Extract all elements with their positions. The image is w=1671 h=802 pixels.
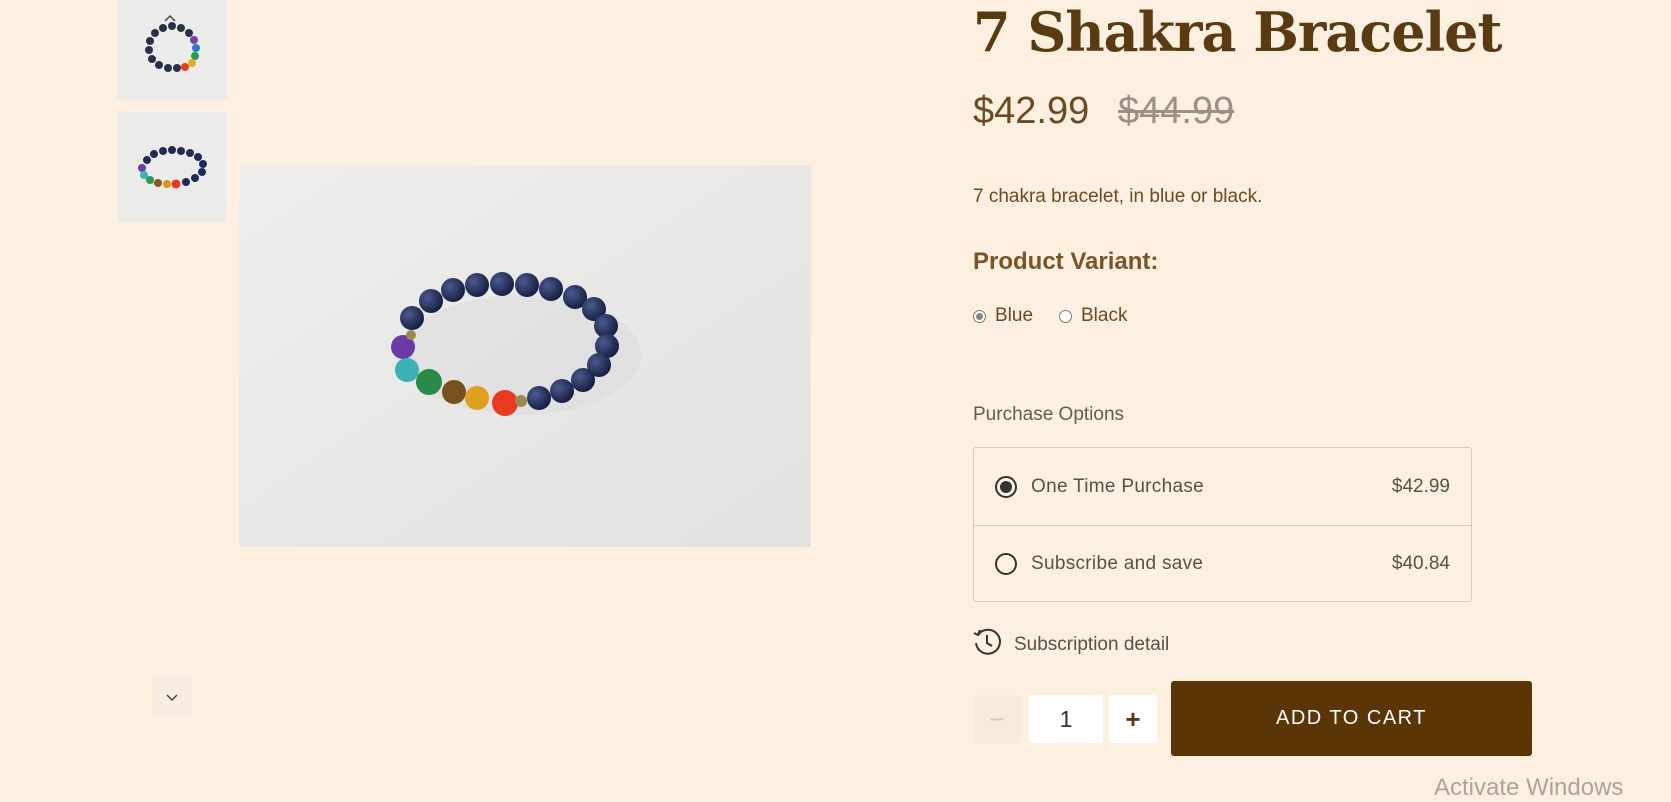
quantity-increase-button[interactable]: + bbox=[1109, 695, 1157, 743]
chevron-up-icon bbox=[164, 9, 176, 25]
variant-radio-blue[interactable] bbox=[973, 309, 986, 323]
variant-option-black[interactable]: Black bbox=[1059, 305, 1127, 327]
variant-option-blue[interactable]: Blue bbox=[973, 305, 1033, 327]
purchase-option-label: One Time Purchase bbox=[1031, 475, 1205, 497]
purchase-option-label: Subscribe and save bbox=[1031, 553, 1204, 574]
clock-refresh-icon bbox=[972, 627, 1002, 663]
purchase-option-subscribe[interactable]: Subscribe and save $40.84 bbox=[974, 525, 1471, 602]
purchase-option-price: $42.99 bbox=[1391, 475, 1450, 497]
variant-option-label: Black bbox=[1081, 305, 1128, 326]
chevron-down-icon bbox=[166, 689, 178, 705]
purchase-options-box: One Time Purchase $42.99 Subscribe and s… bbox=[973, 447, 1472, 602]
purchase-option-one-time[interactable]: One Time Purchase $42.99 bbox=[974, 448, 1471, 525]
variant-option-label: Blue bbox=[995, 305, 1034, 326]
thumbnails-scroll-down[interactable] bbox=[152, 677, 192, 717]
quantity-input[interactable] bbox=[1029, 695, 1103, 743]
variant-label: Product Variant: bbox=[973, 248, 1159, 275]
bracelet-thumb-2-image bbox=[117, 112, 227, 222]
thumbnails-scroll-up[interactable] bbox=[152, 6, 188, 28]
thumbnail-2[interactable] bbox=[117, 112, 227, 222]
subscription-detail-label: Subscription detail bbox=[1014, 634, 1170, 655]
subscription-detail-link[interactable]: Subscription detail bbox=[972, 627, 1169, 663]
subscribe-radio[interactable] bbox=[995, 553, 1017, 575]
purchase-options-label: Purchase Options bbox=[973, 404, 1125, 425]
main-product-image[interactable] bbox=[239, 165, 811, 547]
quantity-decrease-button[interactable]: − bbox=[973, 695, 1021, 743]
variant-radio-black[interactable] bbox=[1059, 309, 1072, 323]
add-to-cart-button[interactable]: ADD TO CART bbox=[1171, 681, 1532, 756]
product-title: 7 Shakra Bracelet bbox=[973, 0, 1502, 64]
product-description: 7 chakra bracelet, in blue or black. bbox=[973, 186, 1263, 207]
one-time-radio[interactable] bbox=[995, 475, 1017, 498]
product-compare-price: $44.99 bbox=[1118, 90, 1235, 132]
purchase-option-price: $40.84 bbox=[1391, 553, 1450, 574]
product-price: $42.99 bbox=[973, 90, 1090, 132]
